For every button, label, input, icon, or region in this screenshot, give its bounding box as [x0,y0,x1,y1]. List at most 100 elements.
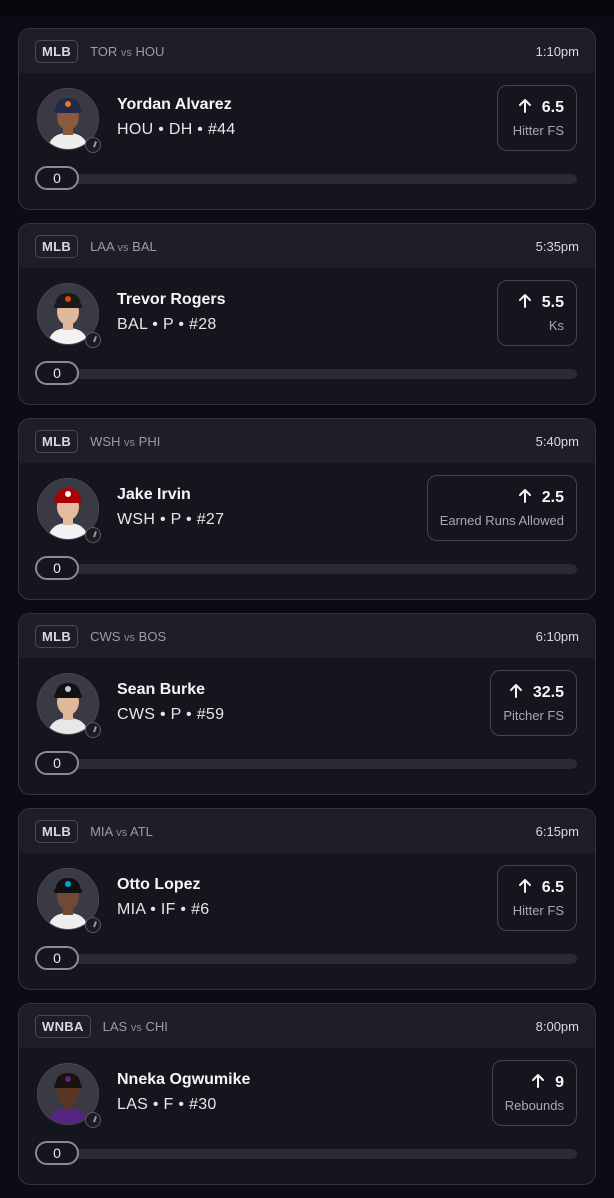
progress-track [65,954,577,964]
avatar[interactable] [37,478,101,543]
avatar[interactable] [37,88,101,153]
line-value: 6.5 [541,99,564,116]
arrow-up-icon [509,683,523,703]
prop-line: 9 [531,1073,564,1093]
player-info: BAL • P • #28 [117,316,217,333]
clock-icon [85,917,101,933]
card-header: MLB TOR vs HOU 1:10pm [19,29,595,73]
stat-type: Rebounds [504,1098,564,1113]
pick-card[interactable]: MLB LAA vs BAL 5:35pm Trevor Rogers BAL … [18,223,596,405]
prop-line: 2.5 [518,488,564,508]
player-name[interactable]: Nneka Ogwumike [117,1071,250,1089]
prop-button[interactable]: 32.5 Pitcher FS [490,670,577,736]
pick-card[interactable]: MLB CWS vs BOS 6:10pm Sean Burke CWS • P… [18,613,596,795]
current-count: 0 [35,751,79,775]
progress-track [65,759,577,769]
prop-button[interactable]: 6.5 Hitter FS [497,85,577,151]
top-bar [0,0,614,16]
pick-card[interactable]: MLB MIA vs ATL 6:15pm Otto Lopez MIA • I… [18,808,596,990]
prop-button[interactable]: 2.5 Earned Runs Allowed [426,475,577,541]
progress-track [65,1149,577,1159]
game-time: 1:10pm [535,43,579,59]
line-value: 6.5 [541,879,564,896]
prop-line: 32.5 [509,683,564,703]
game-time: 6:10pm [535,628,579,644]
card-header: MLB CWS vs BOS 6:10pm [19,614,595,658]
pick-card[interactable]: WNBA LAS vs CHI 8:00pm Nneka Ogwumike LA… [18,1003,596,1185]
league-badge: MLB [35,234,79,258]
progress-track [65,564,577,574]
player-info: MIA • IF • #6 [117,901,210,918]
card-body: Trevor Rogers BAL • P • #28 5.5 Ks 0 [19,268,595,404]
stat-type: Ks [548,318,564,333]
current-count: 0 [35,361,79,385]
prop-line: 5.5 [518,293,564,313]
player-name[interactable]: Sean Burke [117,681,205,699]
card-body: Otto Lopez MIA • IF • #6 6.5 Hitter FS 0 [19,853,595,989]
line-value: 5.5 [541,294,564,311]
arrow-up-icon [518,488,532,508]
progress-track [65,369,577,379]
current-count: 0 [35,946,79,970]
player-info: WSH • P • #27 [117,511,225,528]
pick-list: MLB TOR vs HOU 1:10pm Yordan Alvarez HOU… [18,28,596,1198]
avatar[interactable] [37,283,101,348]
clock-icon [85,332,101,348]
pick-card[interactable]: MLB WSH vs PHI 5:40pm Jake Irvin WSH • P… [18,418,596,600]
vs-label: vs [124,631,136,644]
clock-icon [85,527,101,543]
matchup: TOR vs HOU [90,44,164,59]
team-home: HOU [135,43,165,59]
stat-type: Hitter FS [512,123,564,138]
league-badge: WNBA [35,1014,91,1038]
prop-button[interactable]: 5.5 Ks [497,280,577,346]
stat-type: Pitcher FS [503,708,564,723]
team-home: CHI [145,1018,168,1034]
game-time: 5:35pm [535,238,579,254]
card-header: WNBA LAS vs CHI 8:00pm [19,1004,595,1048]
team-away: LAS [102,1018,128,1034]
current-count: 0 [35,166,79,190]
avatar[interactable] [37,1063,101,1128]
arrow-up-icon [518,293,532,313]
progress-row: 0 [35,946,577,972]
card-body: Sean Burke CWS • P • #59 32.5 Pitcher FS… [19,658,595,794]
player-name[interactable]: Yordan Alvarez [117,96,232,114]
arrow-up-icon [518,878,532,898]
team-away: TOR [90,43,118,59]
player-name[interactable]: Otto Lopez [117,876,201,894]
player-name[interactable]: Jake Irvin [117,486,191,504]
clock-icon [85,722,101,738]
vs-label: vs [120,46,132,59]
arrow-up-icon [531,1073,545,1093]
card-body: Jake Irvin WSH • P • #27 2.5 Earned Runs… [19,463,595,599]
team-home: PHI [138,433,161,449]
progress-row: 0 [35,556,577,582]
matchup: LAA vs BAL [90,239,157,254]
league-badge: MLB [35,819,79,843]
progress-row: 0 [35,361,577,387]
player-info: CWS • P • #59 [117,706,225,723]
prop-button[interactable]: 9 Rebounds [491,1060,577,1126]
pick-card[interactable]: MLB TOR vs HOU 1:10pm Yordan Alvarez HOU… [18,28,596,210]
player-info: HOU • DH • #44 [117,121,236,138]
matchup: MIA vs ATL [90,824,153,839]
line-value: 2.5 [541,489,564,506]
player-info: LAS • F • #30 [117,1096,217,1113]
league-badge: MLB [35,429,79,453]
card-body: Yordan Alvarez HOU • DH • #44 6.5 Hitter… [19,73,595,209]
prop-button[interactable]: 6.5 Hitter FS [497,865,577,931]
league-badge: MLB [35,39,79,63]
clock-icon [85,137,101,153]
matchup: LAS vs CHI [103,1019,168,1034]
current-count: 0 [35,1141,79,1165]
avatar[interactable] [37,673,101,738]
current-count: 0 [35,556,79,580]
vs-label: vs [130,1021,142,1034]
stat-type: Earned Runs Allowed [439,513,564,528]
line-value: 9 [555,1074,564,1091]
progress-row: 0 [35,166,577,192]
avatar[interactable] [37,868,101,933]
player-name[interactable]: Trevor Rogers [117,291,225,309]
vs-label: vs [116,826,128,839]
